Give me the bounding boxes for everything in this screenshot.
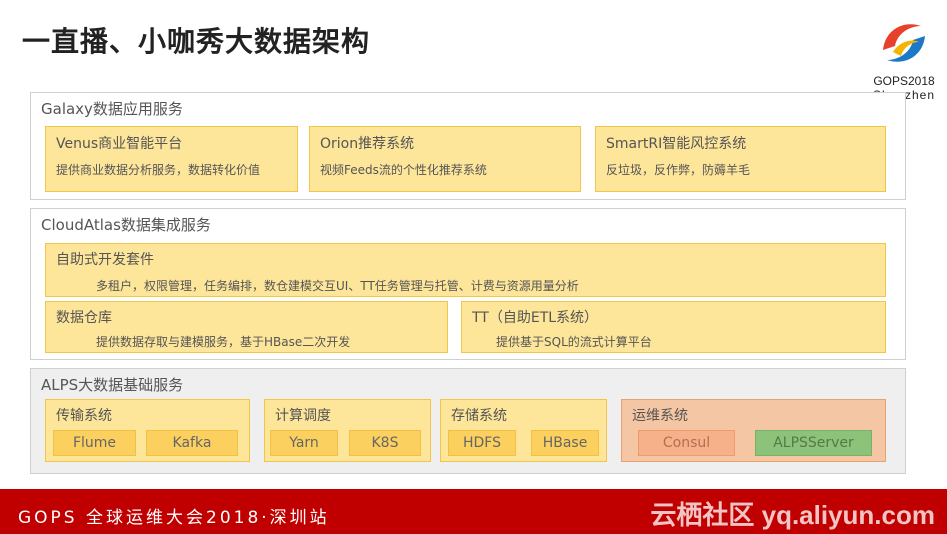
ops-group: 运维系统 Consul ALPSServer — [621, 399, 886, 462]
hbase-chip: HBase — [531, 430, 599, 456]
data-warehouse-title: 数据仓库 — [56, 310, 112, 326]
page-title: 一直播、小咖秀大数据架构 — [22, 25, 371, 58]
alpsserver-chip: ALPSServer — [755, 430, 872, 456]
logo-text-gops2018: GOPS2018 — [873, 74, 935, 88]
venus-card-desc: 提供商业数据分析服务，数据转化价值 — [56, 163, 261, 177]
orion-card-title: Orion推荐系统 — [320, 136, 415, 152]
cloudatlas-section: CloudAtlas数据集成服务 自助式开发套件 多租户，权限管理，任务编排，数… — [30, 208, 906, 360]
venus-card: Venus商业智能平台 提供商业数据分析服务，数据转化价值 — [45, 126, 298, 192]
smartri-card-desc: 反垃圾，反作弊，防薅羊毛 — [606, 163, 751, 177]
galaxy-section: Galaxy数据应用服务 Venus商业智能平台 提供商业数据分析服务，数据转化… — [30, 92, 906, 200]
footer-event-text: GOPS 全球运维大会2018·深圳站 — [18, 508, 330, 528]
storage-group-title: 存储系统 — [451, 408, 507, 424]
orion-card-desc: 视频Feeds流的个性化推荐系统 — [320, 163, 487, 177]
self-service-kit-title: 自助式开发套件 — [56, 252, 154, 268]
tt-card: TT（自助ETL系统） 提供基于SQL的流式计算平台 — [461, 301, 886, 353]
data-warehouse-desc: 提供数据存取与建模服务，基于HBase二次开发 — [96, 335, 351, 349]
consul-chip: Consul — [638, 430, 735, 456]
footer-watermark: 云栖社区 yq.aliyun.com — [650, 500, 935, 530]
alps-section-title: ALPS大数据基础服务 — [41, 376, 184, 394]
compute-scheduling-group: 计算调度 Yarn K8S — [264, 399, 431, 462]
galaxy-section-title: Galaxy数据应用服务 — [41, 100, 183, 118]
alps-section: ALPS大数据基础服务 传输系统 Flume Kafka 计算调度 Yarn K… — [30, 368, 906, 474]
gops-swirl-logo-icon — [875, 14, 933, 72]
cloudatlas-section-title: CloudAtlas数据集成服务 — [41, 216, 211, 234]
hdfs-chip: HDFS — [448, 430, 516, 456]
compute-scheduling-group-title: 计算调度 — [275, 408, 331, 424]
self-service-kit-card: 自助式开发套件 多租户，权限管理，任务编排，数仓建模交互UI、TT任务管理与托管… — [45, 243, 886, 297]
venus-card-title: Venus商业智能平台 — [56, 136, 183, 152]
transport-group: 传输系统 Flume Kafka — [45, 399, 250, 462]
storage-group: 存储系统 HDFS HBase — [440, 399, 607, 462]
smartri-card-title: SmartRI智能风控系统 — [606, 136, 747, 152]
yarn-chip: Yarn — [270, 430, 338, 456]
self-service-kit-desc: 多租户，权限管理，任务编排，数仓建模交互UI、TT任务管理与托管、计费与资源用量… — [96, 279, 579, 293]
smartri-card: SmartRI智能风控系统 反垃圾，反作弊，防薅羊毛 — [595, 126, 886, 192]
footer-bar: GOPS 全球运维大会2018·深圳站 云栖社区 yq.aliyun.com — [0, 489, 947, 534]
kafka-chip: Kafka — [146, 430, 238, 456]
ops-group-title: 运维系统 — [632, 408, 688, 424]
transport-group-title: 传输系统 — [56, 408, 112, 424]
orion-card: Orion推荐系统 视频Feeds流的个性化推荐系统 — [309, 126, 581, 192]
tt-card-title: TT（自助ETL系统） — [472, 310, 599, 326]
tt-card-desc: 提供基于SQL的流式计算平台 — [496, 335, 652, 349]
k8s-chip: K8S — [349, 430, 421, 456]
flume-chip: Flume — [53, 430, 136, 456]
data-warehouse-card: 数据仓库 提供数据存取与建模服务，基于HBase二次开发 — [45, 301, 448, 353]
